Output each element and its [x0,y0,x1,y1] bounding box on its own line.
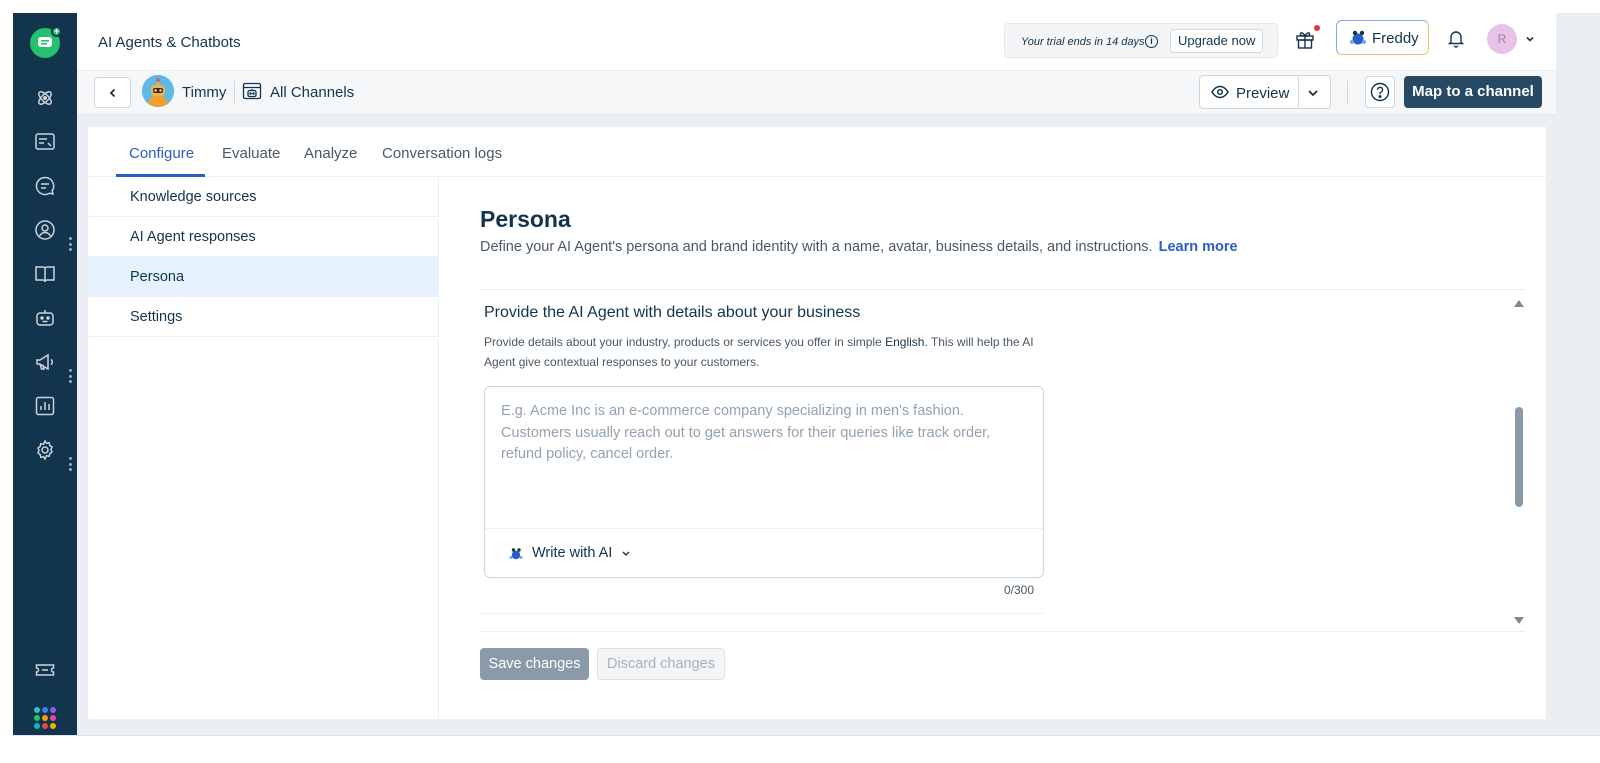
persona-panel: Persona Define your AI Agent's persona a… [480,177,1525,719]
bot-avatar [142,75,174,107]
notification-dot [1314,25,1320,31]
left-nav-rail: + [13,13,77,735]
channel-icon [242,81,262,101]
settings-more-icon[interactable] [68,457,72,471]
business-desc-prefix: Provide details about your industry, pro… [484,335,886,349]
freddy-button[interactable]: Freddy [1336,20,1429,55]
page-title: AI Agents & Chatbots [98,34,241,51]
help-button[interactable] [1365,76,1395,108]
freddy-icon [1350,30,1366,45]
freddy-label: Freddy [1372,30,1419,47]
chevron-down-icon[interactable] [621,550,631,558]
persona-description-text: Define your AI Agent's persona and brand… [480,239,1153,255]
tab-analyze[interactable]: Analyze [304,145,357,162]
trial-text: Your trial ends in 14 days [1021,36,1145,48]
user-avatar[interactable]: R [1487,24,1517,54]
side-menu-item-settings[interactable]: Settings [88,297,439,337]
business-details-description: Provide details about your industry, pro… [484,332,1044,372]
discard-changes-button[interactable]: Discard changes [597,648,725,680]
character-count: 0/300 [1004,583,1035,597]
ticket-icon[interactable] [31,656,59,684]
help-icon [1370,82,1390,102]
bell-icon[interactable] [1446,28,1468,50]
business-details-editor: Write with AI [484,386,1044,578]
learn-more-link[interactable]: Learn more [1159,239,1238,255]
network-icon[interactable] [31,84,59,112]
channel-label: All Channels [270,84,355,101]
divider [480,631,1525,632]
chat-icon[interactable] [31,172,59,200]
eye-icon [1211,85,1229,99]
scroll-down-arrow-icon[interactable] [1514,617,1524,624]
side-menu-item-knowledge-sources[interactable]: Knowledge sources [88,177,439,217]
divider [234,81,235,105]
business-desc-language: English [885,335,925,349]
bot-icon[interactable] [31,304,59,332]
chevron-left-icon [109,88,115,97]
megaphone-icon[interactable] [31,348,59,376]
business-details-textarea[interactable] [485,387,1043,527]
tab-configure[interactable]: Configure [129,145,194,162]
agent-toolbar: Timmy All Channels Preview Map to a chan… [77,71,1556,115]
scrollbar-thumb[interactable] [1515,407,1523,507]
gift-icon[interactable] [1294,25,1320,52]
map-to-channel-button[interactable]: Map to a channel [1404,76,1542,108]
side-menu-item-ai-agent-responses[interactable]: AI Agent responses [88,217,439,257]
preview-dropdown-chevron-icon[interactable] [1306,86,1320,98]
write-with-ai-label: Write with AI [532,545,613,561]
book-icon[interactable] [31,260,59,288]
back-button[interactable] [94,77,131,108]
freshchat-logo-icon[interactable]: + [30,26,62,58]
contact-icon[interactable] [31,216,59,244]
analytics-icon[interactable] [31,392,59,420]
bottom-strip [13,735,1600,763]
scroll-up-arrow-icon[interactable] [1514,300,1524,307]
megaphone-more-icon[interactable] [68,369,72,383]
config-side-menu: Knowledge sources AI Agent responses Per… [88,177,439,719]
save-changes-button[interactable]: Save changes [480,648,589,680]
vertical-scrollbar[interactable] [1512,290,1525,631]
inbox-icon[interactable] [31,128,59,156]
tab-bar: Configure Evaluate Analyze Conversation … [88,127,1546,177]
apps-icon[interactable] [34,707,56,729]
preview-split-button: Preview [1199,75,1331,109]
write-with-ai-button[interactable]: Write with AI [509,545,612,561]
contact-more-icon[interactable] [68,237,72,251]
tab-conversation-logs[interactable]: Conversation logs [382,145,502,162]
persona-description: Define your AI Agent's persona and brand… [480,239,1238,255]
persona-title: Persona [480,206,571,232]
side-menu-item-persona[interactable]: Persona [88,257,439,297]
tab-evaluate[interactable]: Evaluate [222,145,280,162]
chevron-down-icon[interactable] [1524,32,1536,44]
freddy-icon [509,548,523,560]
main-card: Configure Evaluate Analyze Conversation … [88,127,1546,719]
business-details-title: Provide the AI Agent with details about … [484,304,861,321]
info-icon[interactable]: i [1145,35,1158,48]
divider [480,613,1043,614]
persona-scroll-area[interactable]: Provide the AI Agent with details about … [480,290,1525,631]
divider [1347,81,1348,105]
trial-banner: Your trial ends in 14 days i Upgrade now [1004,23,1278,58]
editor-toolbar: Write with AI [485,528,1043,577]
upgrade-now-button[interactable]: Upgrade now [1170,29,1264,53]
preview-button[interactable]: Preview [1200,76,1299,108]
bot-name: Timmy [182,84,227,101]
preview-label: Preview [1236,85,1290,102]
top-header: AI Agents & Chatbots Your trial ends in … [77,13,1556,71]
settings-icon[interactable] [31,436,59,464]
